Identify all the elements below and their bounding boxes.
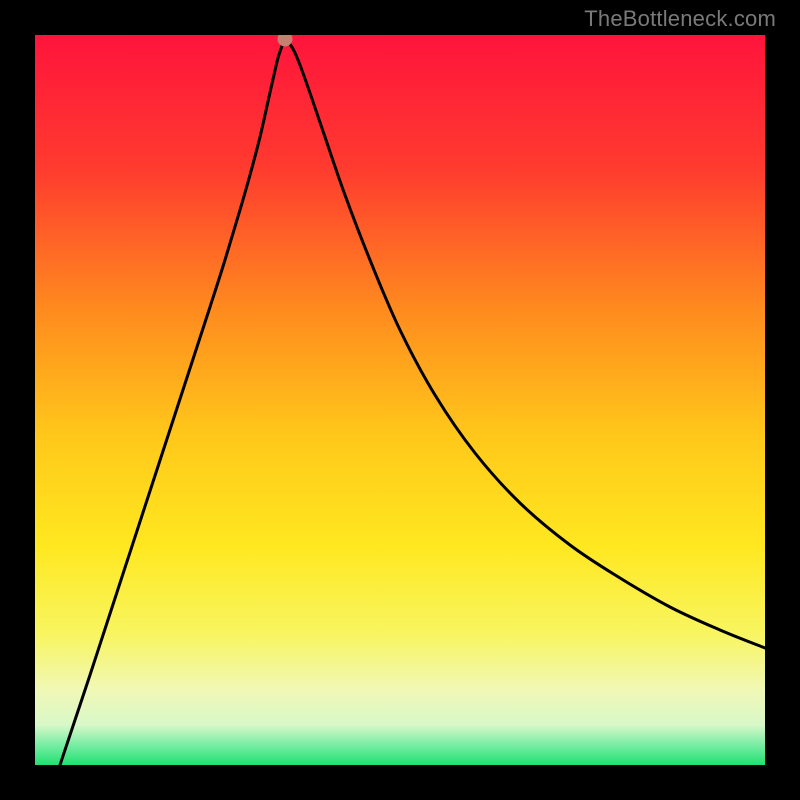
curve-layer — [35, 35, 765, 765]
plot-area — [35, 35, 765, 765]
bottleneck-curve — [60, 39, 765, 765]
chart-frame: TheBottleneck.com — [0, 0, 800, 800]
watermark-text: TheBottleneck.com — [584, 6, 776, 32]
